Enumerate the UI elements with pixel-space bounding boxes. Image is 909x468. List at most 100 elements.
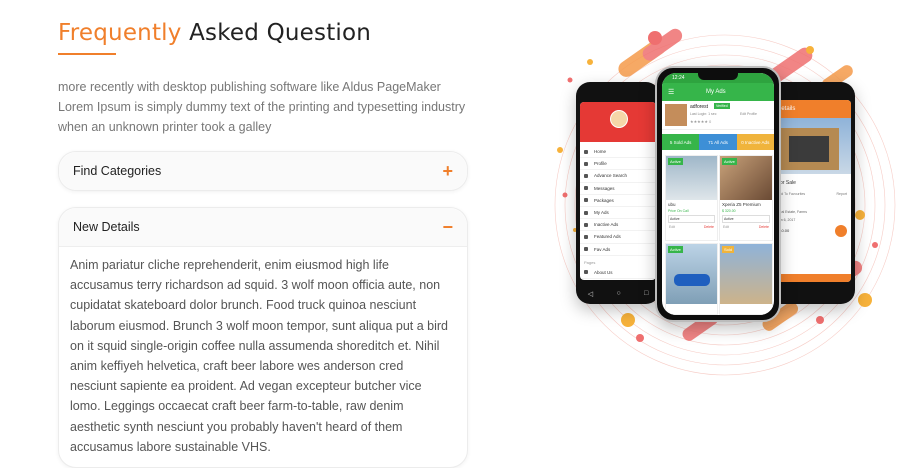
status-tag: Active [722,158,737,165]
report-button[interactable]: Report [836,192,847,196]
drawer-item-label: Packages [594,197,614,203]
app-header-title: My Ads [706,89,726,95]
details-actions: Add To Favourites Report [777,192,847,196]
drawer-item-packages[interactable]: Packages [580,195,656,207]
ad-card[interactable]: Sold [719,243,773,315]
home-icon [584,149,588,154]
ad-price: $ 320.00 [722,209,736,213]
hamburger-menu-icon[interactable]: ☰ [668,88,674,96]
location-text: Real Estate, Farms [777,210,807,214]
phone-left-screen: Home Profile Advance Search Messages Pac… [580,102,656,280]
drawer-item-label: My Ads [594,210,609,216]
edit-button[interactable]: Edit [723,225,729,229]
faq-title-rest: Asked Question [189,20,372,46]
home-circle-icon: ○ [616,290,621,297]
phone-center: 12:24 ☰ My Ads adforest Verified Last Lo… [655,66,781,322]
app-header: ☰ My Ads [662,83,774,101]
title-underline [58,53,116,55]
drawer-item-fav-ads[interactable]: Fav Ads [580,244,656,256]
drawer-menu: Home Profile Advance Search Messages Pac… [580,142,656,279]
ad-price: Price On Call [668,209,689,213]
faq-title: Frequently Asked Question [58,20,468,46]
drawer-item-about[interactable]: About Us [580,267,656,279]
accordion-header[interactable]: Find Categories + [59,152,467,190]
fab-button[interactable] [835,225,847,237]
drawer-item-home[interactable]: Home [580,146,656,159]
status-tag: Active [668,158,683,165]
ad-card[interactable]: Active [665,243,718,315]
accordion-header[interactable]: New Details − [59,208,467,247]
drawer-item-messages[interactable]: Messages [580,183,656,195]
profile-icon [584,161,588,166]
drawer-item-label: Advance Search [594,173,628,179]
verified-badge: Verified [714,103,730,109]
phone-left: Home Profile Advance Search Messages Pac… [576,82,660,304]
drawer-header [580,102,656,142]
ad-title: ubu [668,202,676,207]
message-icon [584,186,588,191]
delete-button[interactable]: Delete [704,225,714,229]
edit-profile-link[interactable]: Edit Profile [740,112,757,116]
status-tag: Active [668,246,683,253]
accordion-title: New Details [73,220,140,234]
delete-button[interactable]: Delete [759,225,769,229]
accordion-body: Anim pariatur cliche reprehenderit, enim… [70,258,448,454]
info-icon [584,270,588,275]
drawer-item-profile[interactable]: Profile [580,158,656,171]
status-select[interactable]: Active [722,215,770,223]
drawer-item-label: About Us [594,269,613,275]
tab-all-ads[interactable]: 71 All Ads [699,134,737,150]
drawer-item-label: Home [594,149,607,155]
drawer-item-label: Messages [594,185,615,191]
faq-intro: more recently with desktop publishing so… [58,80,466,134]
drawer-item-label: Profile [594,161,607,167]
drawer-item-advance-search[interactable]: Advance Search [580,170,656,183]
phone-right-screen: Details For Sale Add To Favourites Repor… [771,100,851,282]
details-footer [771,274,851,282]
app-mockup-illustration: Home Profile Advance Search Messages Pac… [520,20,909,420]
property-image [771,118,851,174]
star-icon [584,234,588,239]
username: adforest [690,104,709,110]
search-icon [584,173,588,178]
package-icon [584,198,588,203]
status-time: 12:24 [672,75,685,81]
profile-card: adforest Verified Last Login: 1 sec Edit… [662,101,774,130]
ad-image [666,244,717,304]
android-nav-bar: ◁ ○ □ [576,290,660,298]
collapse-minus-icon[interactable]: − [442,218,453,236]
edit-button[interactable]: Edit [669,225,675,229]
tab-sold-ads[interactable]: 5 Sold Ads [662,134,700,150]
accordion-title: Find Categories [73,164,162,178]
add-favourites-button[interactable]: Add To Favourites [777,192,805,196]
details-header: Details [771,100,851,118]
accordion-item-find-categories[interactable]: Find Categories + [58,151,468,191]
ad-actions: Edit Delete [720,225,772,229]
drawer-item-label: Inactive Ads [594,222,619,228]
status-select[interactable]: Active [668,215,715,223]
drawer-item-label: Featured Ads [594,234,621,240]
avatar [665,104,687,126]
drawer-item-my-ads[interactable]: My Ads [580,207,656,220]
accordion-item-new-details[interactable]: New Details − Anim pariatur cliche repre… [58,207,468,468]
expand-plus-icon[interactable]: + [442,162,453,180]
notch [698,73,738,80]
drawer-item-label: Fav Ads [594,246,611,252]
recent-apps-icon: □ [644,290,649,297]
ad-actions: Edit Delete [666,225,717,229]
ad-card[interactable]: Active Xperia Z5 Premium $ 320.00 Active… [719,155,773,241]
tab-inactive-ads[interactable]: 0 Inactive Ads [736,134,774,150]
ad-card[interactable]: Active ubu Price On Call Active Edit Del… [665,155,718,241]
status-tag: Sold [722,246,735,253]
avatar [610,110,628,128]
heart-icon [584,247,588,252]
drawer-item-featured-ads[interactable]: Featured Ads [580,231,656,244]
ad-title: Xperia Z5 Premium [722,202,761,207]
drawer-section-pages: Pages [584,259,596,265]
drawer-item-inactive-ads[interactable]: Inactive Ads [580,219,656,232]
phone-center-screen: 12:24 ☰ My Ads adforest Verified Last Lo… [662,73,774,315]
inactive-icon [584,222,588,227]
last-login: Last Login: 1 sec [690,112,717,116]
rating-count: 0 [709,119,712,124]
ad-image [720,244,772,304]
